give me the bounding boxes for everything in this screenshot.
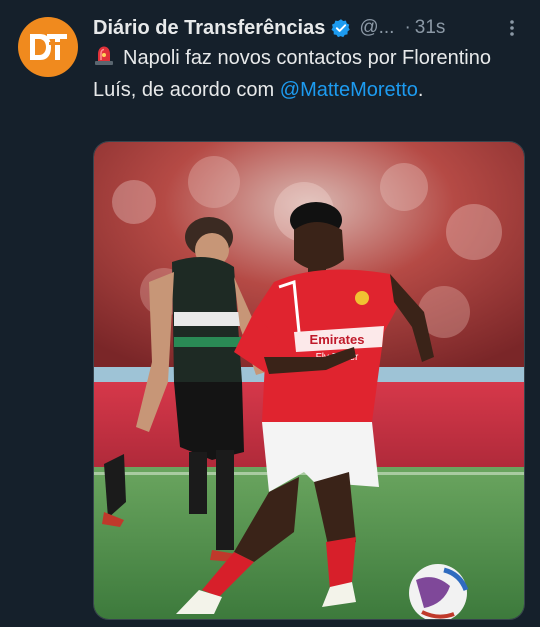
author-handle[interactable]: @... bbox=[359, 17, 394, 39]
tweet-text: Napoli faz novos contactos por Florentin… bbox=[93, 43, 513, 105]
tweet-text-end: . bbox=[417, 79, 424, 101]
kit-sponsor-text: Emirates bbox=[310, 332, 365, 347]
mention-link[interactable]: @MatteMoretto bbox=[280, 79, 418, 101]
dt-logo-icon: DT bbox=[30, 34, 67, 60]
verified-badge-icon bbox=[331, 18, 351, 38]
author-name[interactable]: Diário de Transferências bbox=[93, 17, 325, 40]
tweet-media-image[interactable]: Emirates Fly Better bbox=[93, 141, 525, 620]
tweet-header: Diário de Transferências @... · 31s bbox=[93, 14, 526, 42]
avatar[interactable]: DT bbox=[18, 17, 78, 77]
separator-dot: · bbox=[404, 17, 411, 38]
football-photo: Emirates Fly Better bbox=[94, 142, 524, 619]
siren-emoji-icon bbox=[93, 44, 115, 75]
tweet-timestamp[interactable]: 31s bbox=[415, 17, 446, 39]
more-options-icon[interactable] bbox=[502, 14, 522, 42]
